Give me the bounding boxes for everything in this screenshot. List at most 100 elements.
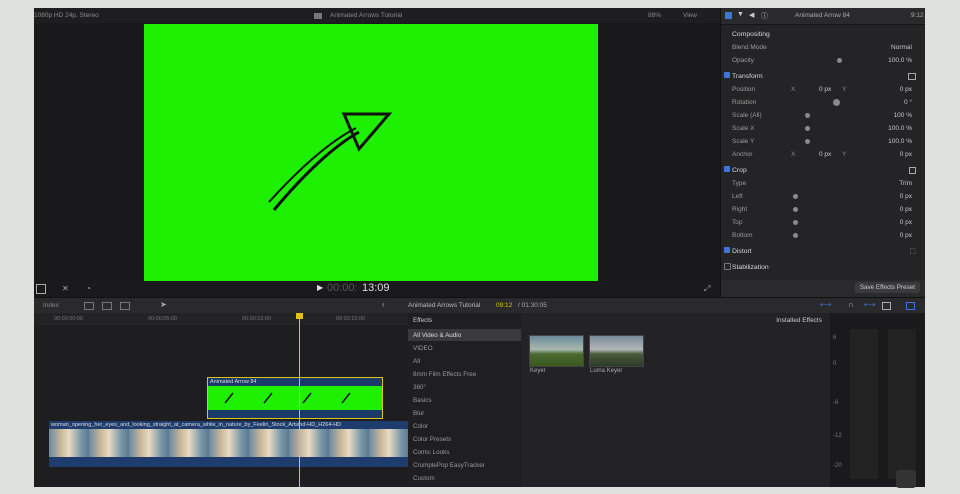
crop-checkbox[interactable] <box>724 166 730 172</box>
category-item[interactable]: Blur <box>413 410 424 417</box>
rotation-row[interactable]: Rotation 0 ° <box>721 96 925 109</box>
video-inspector-icon[interactable] <box>725 12 732 19</box>
category-item[interactable]: All <box>413 358 420 365</box>
crop-right-value[interactable]: 0 px <box>900 206 912 213</box>
slider-knob[interactable] <box>793 220 798 225</box>
crop-onscreen-icon[interactable] <box>909 167 916 174</box>
rotation-value[interactable]: 0 ° <box>904 99 912 106</box>
transitions-browser-icon[interactable] <box>882 302 891 310</box>
crop-section[interactable]: Crop <box>721 164 925 177</box>
timecode-display: 13:09 <box>362 282 390 294</box>
rotation-dial-icon[interactable] <box>833 99 840 106</box>
skimming-icon[interactable]: ⟷ <box>820 300 831 309</box>
slider-knob[interactable] <box>793 194 798 199</box>
insert-icon[interactable] <box>120 302 130 310</box>
effect-thumbnail-luma-keyer[interactable] <box>589 335 644 367</box>
crop-tool-icon[interactable] <box>36 284 46 294</box>
slider-knob[interactable] <box>793 233 798 238</box>
title-clip[interactable]: Animated Arrow 84 <box>207 377 383 419</box>
installed-effects-menu[interactable]: Installed Effects <box>776 317 822 324</box>
position-y[interactable]: 0 px <box>900 86 912 93</box>
fullscreen-icon[interactable]: ⤢ <box>704 284 710 294</box>
scale-y-slider-knob[interactable] <box>805 139 810 144</box>
info-icon[interactable]: ⓘ <box>761 11 768 21</box>
transform-tool-icon[interactable]: ✕ <box>62 284 69 293</box>
category-item[interactable]: CrumplePop EasyTracker <box>413 462 485 469</box>
playhead-handle[interactable] <box>296 313 303 319</box>
opacity-value[interactable]: 100.0 % <box>888 57 912 64</box>
crop-bottom-row[interactable]: Bottom 0 px <box>721 229 925 242</box>
connect-icon[interactable] <box>102 302 112 310</box>
scale-all-value[interactable]: 100 % <box>894 112 912 119</box>
snapping-icon[interactable]: ⟷ <box>864 300 875 309</box>
timeline-ruler[interactable]: 00:00:00:00 00:00:05:00 00:00:10:00 00:0… <box>34 313 408 325</box>
row-label: Bottom <box>732 232 753 239</box>
speed-tool-icon[interactable]: ◔ <box>86 284 91 293</box>
x-label: X <box>791 86 796 93</box>
filter-icon[interactable]: ▼ <box>737 11 744 18</box>
position-x[interactable]: 0 px <box>819 86 831 93</box>
anchor-x[interactable]: 0 px <box>819 151 831 158</box>
category-item[interactable]: Color <box>413 423 428 430</box>
crop-top-row[interactable]: Top 0 px <box>721 216 925 229</box>
crop-left-row[interactable]: Left 0 px <box>721 190 925 203</box>
category-item[interactable]: Basics <box>413 397 432 404</box>
back-icon[interactable]: ‹ <box>382 300 385 309</box>
view-menu[interactable]: View <box>683 12 697 19</box>
distort-checkbox[interactable] <box>724 247 730 253</box>
anchor-row[interactable]: Anchor X 0 px Y 0 px <box>721 148 925 161</box>
crop-top-value[interactable]: 0 px <box>900 219 912 226</box>
timeline[interactable]: 00:00:00:00 00:00:05:00 00:00:10:00 00:0… <box>34 313 408 487</box>
zoom-menu[interactable]: 88% <box>648 12 661 19</box>
stabilization-checkbox[interactable] <box>724 263 731 270</box>
playhead[interactable] <box>296 313 303 487</box>
position-row[interactable]: Position X 0 px Y 0 px <box>721 83 925 96</box>
opacity-slider-knob[interactable] <box>837 58 842 63</box>
scale-x-value[interactable]: 100.0 % <box>888 125 912 132</box>
audio-icon[interactable]: ◀ <box>749 11 754 19</box>
category-item[interactable]: Custom <box>413 475 435 482</box>
category-item[interactable]: 360° <box>413 384 426 391</box>
crop-bottom-value[interactable]: 0 px <box>900 232 912 239</box>
transform-section[interactable]: Transform <box>721 70 925 83</box>
scale-slider-knob[interactable] <box>805 113 810 118</box>
crop-left-value[interactable]: 0 px <box>900 193 912 200</box>
anchor-y[interactable]: 0 px <box>900 151 912 158</box>
effect-thumbnail-keyer[interactable] <box>529 335 584 367</box>
crop-type-popup[interactable]: Trim <box>899 180 912 187</box>
scale-y-value[interactable]: 100.0 % <box>888 138 912 145</box>
clip-name: woman_opening_her_eyes_and_looking_strai… <box>51 422 342 428</box>
meter-channel-left <box>850 329 878 479</box>
distort-onscreen-icon[interactable]: ⬚ <box>909 247 916 255</box>
scale-y-row[interactable]: Scale Y 100.0 % <box>721 135 925 148</box>
category-item[interactable]: VIDEO <box>413 345 433 352</box>
scale-all-row[interactable]: Scale (All) 100 % <box>721 109 925 122</box>
distort-section[interactable]: Distort ⬚ <box>721 245 925 258</box>
select-tool-icon[interactable]: ➤ <box>160 300 167 309</box>
blend-mode-row[interactable]: Blend Mode Normal <box>721 41 925 54</box>
effects-browser-icon[interactable] <box>906 302 915 310</box>
category-item[interactable]: Color Presets <box>413 436 451 443</box>
save-effects-preset-button[interactable]: Save Effects Preset <box>854 282 920 293</box>
headphones-icon[interactable]: ∩ <box>848 300 854 309</box>
blend-mode-popup[interactable]: Normal <box>891 44 912 51</box>
index-button[interactable]: Index <box>43 302 59 309</box>
category-item[interactable]: 8mm Film Effects Free <box>413 371 476 378</box>
scale-x-slider-knob[interactable] <box>805 126 810 131</box>
transform-checkbox[interactable] <box>724 72 730 78</box>
clip-appearance-icon[interactable] <box>84 302 94 310</box>
onscreen-control-icon[interactable] <box>908 73 916 80</box>
video-clip[interactable]: woman_opening_her_eyes_and_looking_strai… <box>49 421 408 467</box>
stabilization-section[interactable]: Stabilization <box>721 261 925 274</box>
opacity-row[interactable]: Opacity 100.0 % <box>721 54 925 67</box>
scale-x-row[interactable]: Scale X 100.0 % <box>721 122 925 135</box>
category-item[interactable]: All Video & Audio <box>413 332 461 339</box>
crop-right-row[interactable]: Right 0 px <box>721 203 925 216</box>
row-label: Scale Y <box>732 138 755 145</box>
project-duration: / 01:30:05 <box>518 302 547 309</box>
slider-knob[interactable] <box>793 207 798 212</box>
row-label: Right <box>732 206 748 213</box>
play-icon[interactable]: ▶ <box>317 283 323 292</box>
category-item[interactable]: Comic Looks <box>413 449 449 456</box>
crop-type-row[interactable]: Type Trim <box>721 177 925 190</box>
